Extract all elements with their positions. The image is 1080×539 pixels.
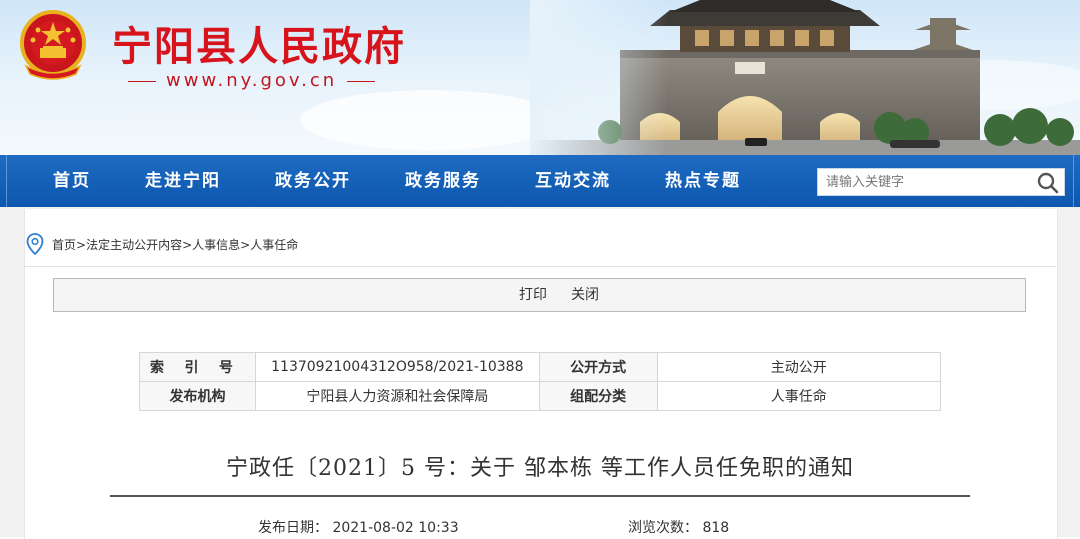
- site-url-text: www.ny.gov.cn: [166, 70, 338, 91]
- index-label-char: 号: [218, 360, 233, 376]
- table-row: 索 引 号 11370921004312O958/2021-10388 公开方式…: [139, 352, 942, 382]
- breadcrumb-divider: [24, 266, 1056, 267]
- view-count: 浏览次数： 818: [628, 517, 729, 537]
- close-button[interactable]: 关闭: [571, 279, 599, 311]
- breadcrumb-separator: >: [240, 238, 251, 252]
- category-label: 组配分类: [538, 381, 658, 411]
- publisher-label: 发布机构: [139, 381, 256, 411]
- index-label-char: 引: [184, 360, 199, 376]
- site-name[interactable]: 宁阳县人民政府: [112, 14, 406, 72]
- nav-item-interact[interactable]: 互动交流: [535, 155, 611, 207]
- search-box: [817, 168, 1065, 196]
- nav-item-topics[interactable]: 热点专题: [665, 155, 741, 207]
- publish-date-value: 2021-08-02 10:33: [332, 520, 459, 536]
- open-mode-label: 公开方式: [538, 352, 658, 382]
- breadcrumb-home[interactable]: 首页: [52, 238, 76, 252]
- publisher-value: 宁阳县人力资源和社会保障局: [254, 381, 540, 411]
- view-count-value: 818: [702, 520, 730, 536]
- url-dash-right: [347, 80, 376, 82]
- article-toolbar: 打印 关闭: [53, 278, 1026, 312]
- nav-item-open-gov[interactable]: 政务公开: [275, 155, 351, 207]
- open-mode-value: 主动公开: [656, 352, 942, 382]
- article-title: 宁政任〔2021〕5 号：关于 邹本栋 等工作人员任免职的通知: [226, 456, 854, 481]
- category-value: 人事任命: [656, 381, 942, 411]
- index-label-char: 索: [150, 360, 164, 376]
- breadcrumb-open-content[interactable]: 法定主动公开内容: [86, 238, 182, 252]
- index-label: 索 引 号: [139, 352, 256, 382]
- breadcrumb-separator: >: [182, 238, 193, 252]
- table-row: 发布机构 宁阳县人力资源和社会保障局 组配分类 人事任命: [139, 381, 942, 411]
- location-pin-icon: [26, 233, 44, 255]
- publish-date-label: 发布日期：: [258, 520, 328, 536]
- search-input[interactable]: [818, 169, 1036, 195]
- document-meta-table: 索 引 号 11370921004312O958/2021-10388 公开方式…: [139, 352, 942, 411]
- main-nav: 首页 走进宁阳 政务公开 政务服务 互动交流 热点专题: [0, 155, 1080, 207]
- cloud-decoration: [300, 90, 560, 150]
- header-banner: 宁阳县人民政府 www.ny.gov.cn: [0, 0, 1080, 155]
- national-emblem-icon[interactable]: [18, 10, 88, 82]
- breadcrumb-appointments[interactable]: 人事任命: [250, 238, 298, 252]
- breadcrumb-separator: >: [76, 238, 87, 252]
- print-button[interactable]: 打印: [519, 279, 547, 311]
- publish-date: 发布日期： 2021-08-02 10:33: [258, 517, 459, 537]
- site-url[interactable]: www.ny.gov.cn: [118, 70, 385, 91]
- breadcrumb-personnel-info[interactable]: 人事信息: [192, 238, 240, 252]
- city-gate-illustration: [530, 0, 1080, 155]
- index-value: 11370921004312O958/2021-10388: [254, 352, 540, 382]
- nav-item-about[interactable]: 走进宁阳: [145, 155, 221, 207]
- title-divider: [110, 495, 970, 497]
- view-count-label: 浏览次数：: [628, 520, 698, 536]
- breadcrumb: 首页>法定主动公开内容>人事信息>人事任命: [52, 236, 298, 253]
- nav-item-home[interactable]: 首页: [53, 155, 91, 207]
- search-icon[interactable]: [1036, 171, 1060, 195]
- nav-item-services[interactable]: 政务服务: [405, 155, 481, 207]
- url-dash-left: [128, 80, 156, 82]
